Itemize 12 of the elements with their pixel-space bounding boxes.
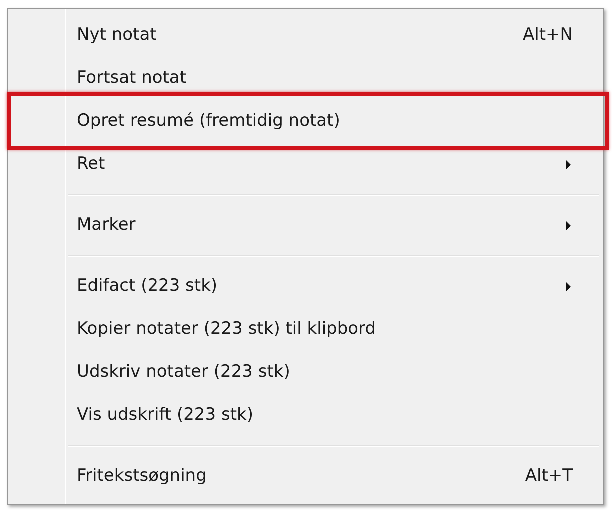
menu-item[interactable]: Fortsat notat xyxy=(8,57,603,100)
menu-item[interactable]: Marker xyxy=(8,204,603,247)
menu-item[interactable]: Kopier notater (223 stk) til klipbord xyxy=(8,308,603,351)
menu-item[interactable]: Vis udskrift (223 stk) xyxy=(8,394,603,437)
menu-item[interactable]: Udskriv notater (223 stk) xyxy=(8,351,603,394)
shortcut-label: Alt+T xyxy=(525,464,573,488)
shortcut-label: Alt+N xyxy=(523,24,573,47)
menu-item[interactable]: Opret resumé (fremtidig notat) xyxy=(8,100,603,143)
menu-item[interactable]: Ret xyxy=(8,143,603,186)
menu-item[interactable]: Nyt notat Alt+N xyxy=(8,14,603,57)
menu-item[interactable]: Edifact (223 stk) xyxy=(8,265,603,308)
menu-item[interactable]: Fritekstsøgning Alt+T xyxy=(8,455,603,498)
